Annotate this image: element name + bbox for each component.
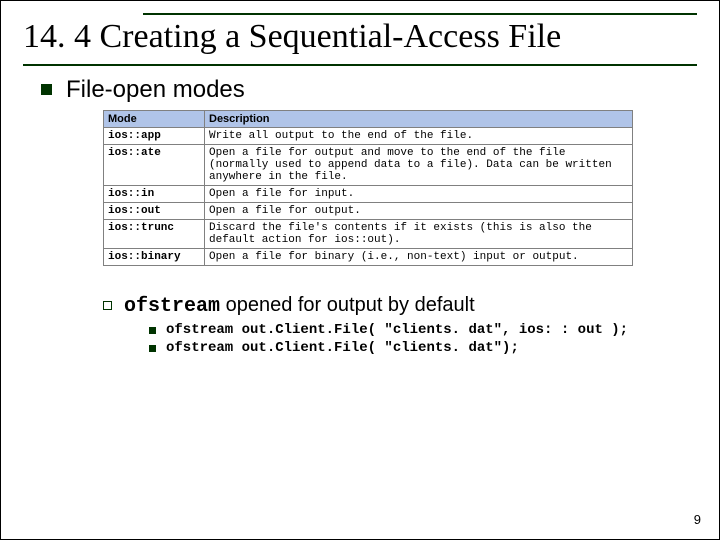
- cell-desc: Discard the file's contents if it exists…: [205, 219, 633, 248]
- title-bottom-rule: [23, 64, 697, 66]
- cell-mode: ios::in: [104, 185, 205, 202]
- code-line: ofstream out.Client.File( "clients. dat"…: [166, 340, 519, 356]
- slide-title: 14. 4 Creating a Sequential-Access File: [23, 17, 697, 58]
- code-line: ofstream out.Client.File( "clients. dat"…: [166, 322, 628, 338]
- table-header-row: Mode Description: [104, 110, 633, 127]
- slide: 14. 4 Creating a Sequential-Access File …: [0, 0, 720, 540]
- cell-mode: ios::binary: [104, 248, 205, 265]
- square-bullet-icon: [41, 84, 52, 95]
- page-number: 9: [694, 512, 701, 527]
- table-row: ios::app Write all output to the end of …: [104, 127, 633, 144]
- bullet-level2: ofstream opened for output by default: [103, 294, 679, 318]
- cell-desc: Open a file for output and move to the e…: [205, 144, 633, 185]
- cell-desc: Open a file for input.: [205, 185, 633, 202]
- table-row: ios::out Open a file for output.: [104, 202, 633, 219]
- col-mode: Mode: [104, 110, 205, 127]
- table-row: ios::trunc Discard the file's contents i…: [104, 219, 633, 248]
- small-square-bullet-icon: [149, 345, 156, 352]
- slide-body: File-open modes Mode Description ios::ap…: [41, 76, 679, 356]
- cell-mode: ios::ate: [104, 144, 205, 185]
- cell-desc: Open a file for output.: [205, 202, 633, 219]
- table-row: ios::in Open a file for input.: [104, 185, 633, 202]
- cell-desc: Open a file for binary (i.e., non-text) …: [205, 248, 633, 265]
- table-row: ios::binary Open a file for binary (i.e.…: [104, 248, 633, 265]
- cell-mode: ios::out: [104, 202, 205, 219]
- sub-point: ofstream opened for output by default: [124, 294, 475, 318]
- cell-desc: Write all output to the end of the file.: [205, 127, 633, 144]
- col-description: Description: [205, 110, 633, 127]
- section-heading: File-open modes: [66, 76, 245, 104]
- title-top-rule: [143, 13, 697, 15]
- modes-table: Mode Description ios::app Write all outp…: [103, 110, 633, 266]
- table-row: ios::ate Open a file for output and move…: [104, 144, 633, 185]
- small-square-bullet-icon: [149, 327, 156, 334]
- sub-point-rest: opened for output by default: [220, 294, 475, 316]
- cell-mode: ios::app: [104, 127, 205, 144]
- bullet-level1: File-open modes: [41, 76, 679, 104]
- bullet-level3: ofstream out.Client.File( "clients. dat"…: [149, 340, 679, 356]
- modes-table-wrap: Mode Description ios::app Write all outp…: [103, 110, 633, 266]
- title-block: 14. 4 Creating a Sequential-Access File: [23, 13, 697, 66]
- bullet-level3: ofstream out.Client.File( "clients. dat"…: [149, 322, 679, 338]
- hollow-square-bullet-icon: [103, 301, 112, 310]
- code-word: ofstream: [124, 295, 220, 318]
- cell-mode: ios::trunc: [104, 219, 205, 248]
